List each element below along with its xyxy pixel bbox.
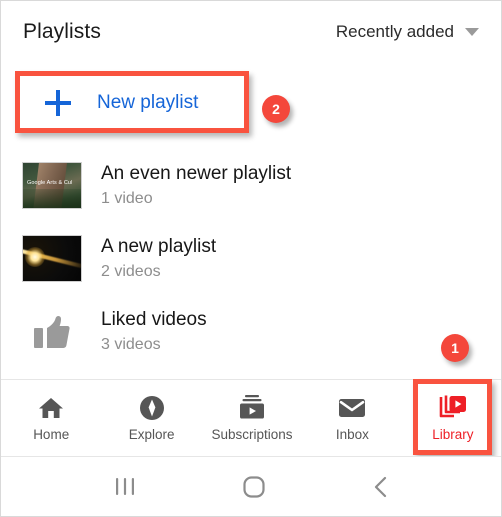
- home-icon: [38, 394, 64, 421]
- step-badge-2: 2: [262, 95, 290, 123]
- nav-item-library[interactable]: Library: [403, 394, 501, 442]
- subscriptions-icon: [239, 394, 265, 421]
- list-item-meta: A new playlist 2 videos: [101, 235, 216, 283]
- sort-dropdown-label: Recently added: [335, 22, 454, 41]
- nav-label-library: Library: [432, 427, 474, 442]
- plus-icon: [45, 90, 71, 116]
- new-playlist-label: New playlist: [97, 92, 199, 113]
- nav-label-home: Home: [33, 427, 70, 442]
- new-playlist-button[interactable]: New playlist: [23, 73, 238, 133]
- library-icon: [439, 394, 467, 421]
- playlist-thumbnail: [22, 235, 82, 282]
- nav-item-home[interactable]: Home: [1, 394, 101, 442]
- playlist-title: An even newer playlist: [101, 162, 292, 184]
- header: Playlists Recently added: [1, 1, 501, 63]
- new-playlist-row: New playlist: [1, 63, 501, 145]
- playlist-video-count: 1 video: [101, 189, 153, 207]
- recents-icon[interactable]: [112, 476, 138, 498]
- android-system-nav-bar: [1, 457, 501, 516]
- compass-icon: [139, 394, 165, 421]
- playlist-video-count: 2 videos: [101, 262, 161, 280]
- list-item[interactable]: Google Arts & Cul An even newer playlist…: [1, 149, 501, 222]
- nav-item-inbox[interactable]: Inbox: [302, 394, 402, 442]
- youtube-library-screen: Playlists Recently added New playlist 2 …: [0, 0, 502, 517]
- playlist-thumbnail: Google Arts & Cul: [22, 162, 82, 209]
- nav-label-inbox: Inbox: [335, 427, 369, 442]
- step-badge-1: 1: [441, 334, 469, 362]
- nav-label-explore: Explore: [128, 427, 175, 442]
- playlist-title: Liked videos: [101, 308, 207, 330]
- envelope-icon: [338, 394, 366, 421]
- nav-item-explore[interactable]: Explore: [101, 394, 201, 442]
- home-circle-icon[interactable]: [241, 474, 267, 500]
- bottom-navigation-bar: Home Explore Subscriptions Inbox Library: [1, 380, 501, 456]
- list-item-meta: An even newer playlist 1 video: [101, 162, 291, 210]
- list-item[interactable]: A new playlist 2 videos: [1, 222, 501, 295]
- chevron-down-icon: [465, 28, 479, 36]
- playlist-video-count: 3 videos: [101, 335, 161, 353]
- nav-label-subscriptions: Subscriptions: [211, 427, 293, 442]
- list-item[interactable]: Liked videos 3 videos: [1, 295, 501, 368]
- playlist-list: Google Arts & Cul An even newer playlist…: [1, 149, 501, 368]
- page-title: Playlists: [23, 20, 101, 43]
- playlist-title: A new playlist: [101, 235, 217, 257]
- nav-item-subscriptions[interactable]: Subscriptions: [202, 394, 302, 442]
- thumbs-up-icon: [22, 308, 82, 355]
- thumbnail-overlay-text: Google Arts & Cul: [27, 180, 73, 186]
- back-chevron-icon[interactable]: [370, 475, 392, 499]
- sort-dropdown[interactable]: Recently added: [336, 22, 479, 42]
- list-item-meta: Liked videos 3 videos: [101, 308, 207, 356]
